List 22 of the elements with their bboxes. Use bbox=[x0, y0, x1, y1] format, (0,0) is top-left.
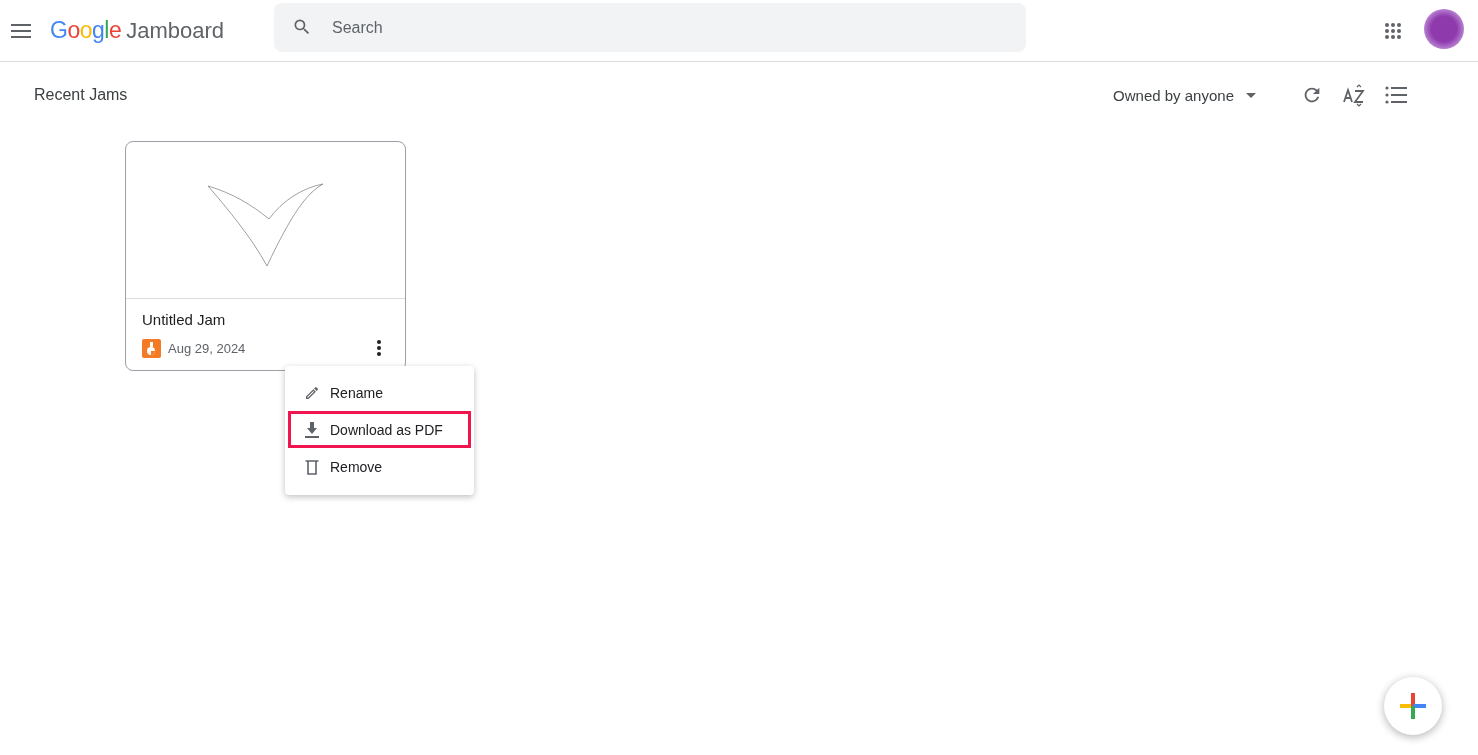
menu-item[interactable]: Remove bbox=[288, 448, 471, 485]
pencil-icon bbox=[304, 384, 320, 401]
menu-item[interactable]: Download as PDF bbox=[288, 411, 471, 448]
menu-icon[interactable] bbox=[11, 23, 31, 38]
jam-title: Untitled Jam bbox=[142, 311, 227, 328]
download-icon bbox=[304, 421, 320, 438]
owner-filter-dropdown[interactable]: Owned by anyone bbox=[1113, 86, 1256, 104]
search-field[interactable]: Search bbox=[274, 3, 1026, 52]
jam-date: Aug 29, 2024 bbox=[168, 340, 246, 356]
jamboard-icon bbox=[142, 338, 161, 358]
new-jam-button[interactable] bbox=[1384, 677, 1442, 735]
caret-icon bbox=[1246, 92, 1256, 98]
trash-icon bbox=[304, 458, 320, 475]
sort-icon[interactable] bbox=[1342, 83, 1366, 107]
apps-icon[interactable] bbox=[1384, 21, 1402, 40]
menu-item[interactable]: Rename bbox=[288, 374, 471, 411]
section-title: Recent Jams bbox=[34, 86, 128, 104]
search-icon bbox=[292, 17, 312, 37]
plus-icon bbox=[1400, 693, 1426, 719]
avatar[interactable] bbox=[1424, 8, 1464, 49]
logo-brand: Google bbox=[50, 17, 122, 44]
logo-product: Jamboard bbox=[126, 18, 225, 44]
